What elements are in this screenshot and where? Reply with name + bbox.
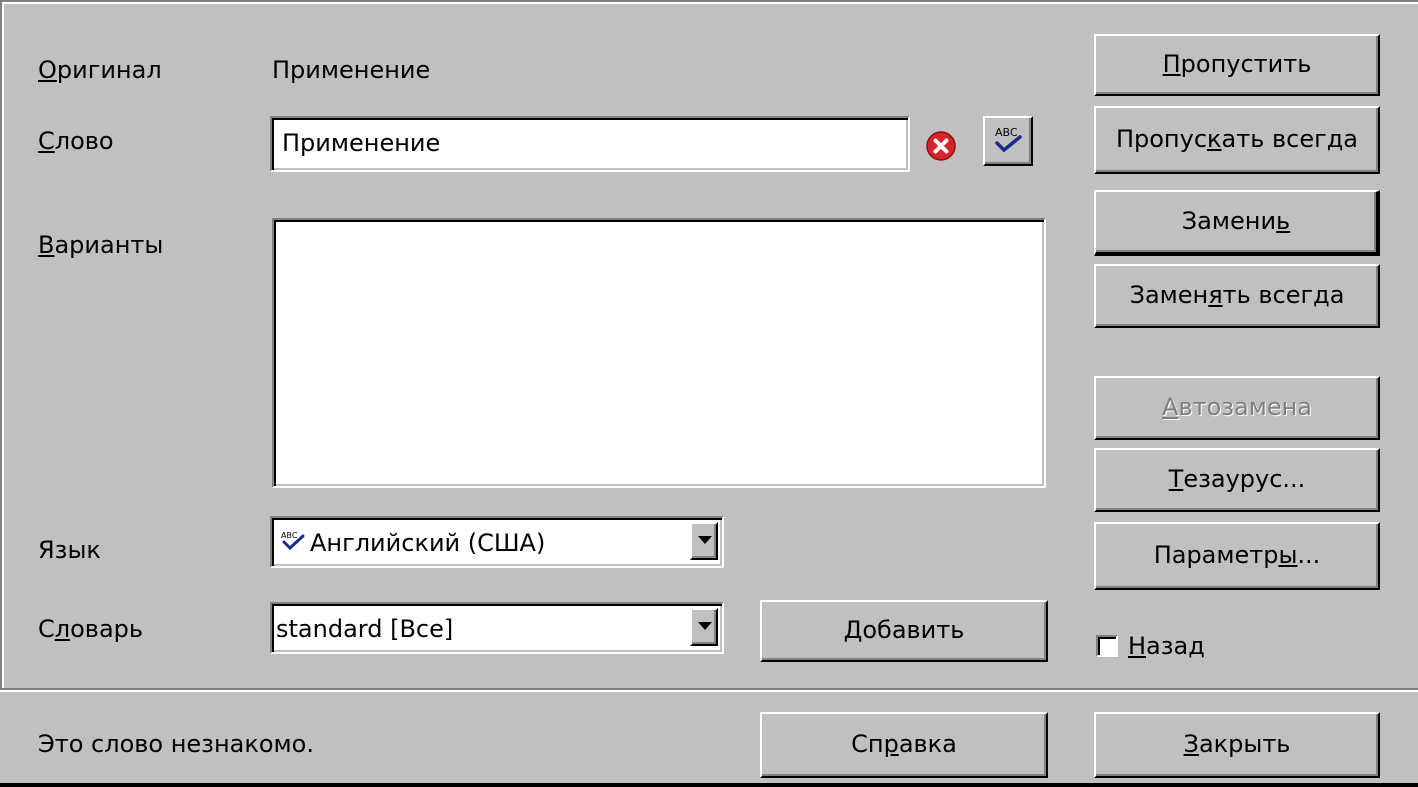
skip-button[interactable]: Пропустить bbox=[1094, 34, 1380, 96]
replace-button[interactable]: Замени ь bbox=[1094, 190, 1380, 256]
thesaurus-button[interactable]: Тезаурус... bbox=[1094, 448, 1380, 512]
error-x-icon bbox=[926, 131, 956, 161]
dictionary-label: Словарь bbox=[38, 615, 144, 643]
variants-list[interactable] bbox=[272, 218, 1046, 488]
abc-spellcheck-icon: ABC bbox=[995, 126, 1022, 153]
dictionary-select[interactable]: standard [Все] bbox=[270, 602, 724, 654]
skip-all-button[interactable]: Пропус к ать всегда bbox=[1094, 106, 1380, 174]
dialog-top-edge-hl bbox=[0, 2, 1418, 4]
dictionary-select-value: standard [Все] bbox=[276, 615, 454, 643]
autocorrect-button[interactable]: Автозамена bbox=[1094, 376, 1380, 440]
help-button[interactable]: Сп р авка bbox=[760, 712, 1048, 778]
language-select-value: Английский (США) bbox=[310, 529, 546, 557]
svg-text:ABC: ABC bbox=[995, 126, 1018, 139]
word-label: Слово bbox=[38, 127, 114, 155]
original-value: Применение bbox=[272, 56, 431, 84]
original-label: Оригинал bbox=[38, 56, 162, 84]
word-input[interactable]: Применение bbox=[270, 116, 910, 172]
bottom-edge bbox=[0, 783, 1418, 787]
dictionary-dropdown-arrow[interactable] bbox=[690, 608, 718, 646]
status-text: Это слово незнакомо. bbox=[38, 730, 314, 758]
language-dropdown-arrow[interactable] bbox=[690, 522, 718, 560]
language-label: Язык bbox=[38, 536, 101, 564]
separator-hl bbox=[0, 690, 1418, 692]
abc-spellcheck-icon: ABC bbox=[280, 528, 306, 560]
close-button[interactable]: Закрыть bbox=[1094, 712, 1380, 778]
dialog-left-edge-hl bbox=[2, 2, 4, 690]
back-checkbox[interactable] bbox=[1096, 635, 1118, 657]
replace-all-button[interactable]: Замен я ть всегда bbox=[1094, 264, 1380, 328]
options-button[interactable]: Параметр ы... bbox=[1094, 522, 1380, 590]
variants-label: Варианты bbox=[38, 231, 164, 259]
spellcheck-icon-button[interactable]: ABC bbox=[983, 116, 1033, 166]
language-select[interactable]: ABC Английский (США) bbox=[270, 516, 724, 568]
add-button[interactable]: Добавить bbox=[760, 600, 1048, 662]
svg-text:ABC: ABC bbox=[281, 531, 298, 540]
back-checkbox-label[interactable]: Назад bbox=[1128, 631, 1205, 661]
word-input-value: Применение bbox=[282, 129, 441, 157]
